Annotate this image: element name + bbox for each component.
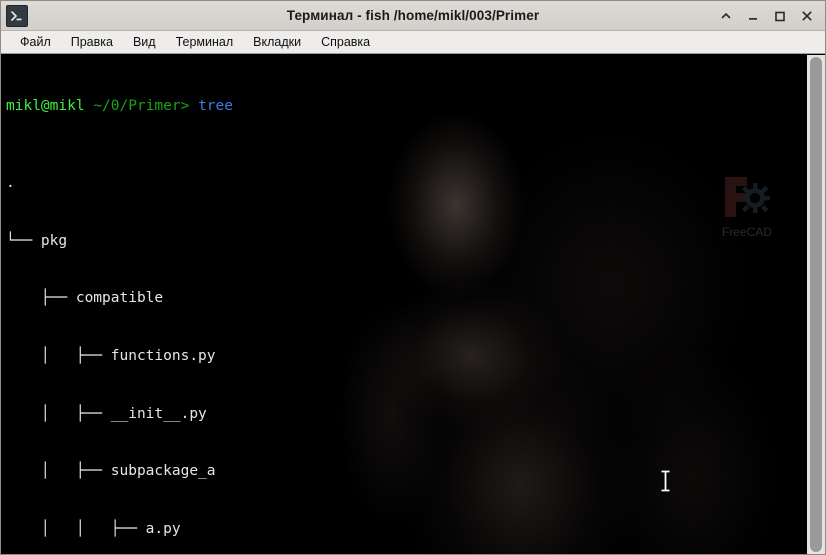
tree-line: │ ├── functions.py: [6, 347, 216, 364]
menu-item-file[interactable]: Файл: [10, 33, 61, 51]
tree-line: │ ├── __init__.py: [6, 405, 207, 422]
prompt-path: ~/0/Primer>: [93, 98, 190, 115]
terminal-area: FreeCAD mikl@mikl ~/0/Primer> tree . └──…: [1, 54, 825, 554]
menu-item-edit[interactable]: Правка: [61, 33, 123, 51]
menu-item-help[interactable]: Справка: [311, 33, 380, 51]
tree-line: ├── compatible: [6, 290, 164, 307]
terminal-screen[interactable]: FreeCAD mikl@mikl ~/0/Primer> tree . └──…: [1, 55, 806, 554]
terminal-output: mikl@mikl ~/0/Primer> tree . └── pkg ├──…: [1, 55, 806, 554]
menu-item-view[interactable]: Вид: [123, 33, 166, 51]
window-titlebar[interactable]: Терминал - fish /home/mikl/003/Primer: [1, 1, 825, 31]
terminal-window: Терминал - fish /home/mikl/003/Primer Фа…: [0, 0, 826, 555]
shade-button[interactable]: [719, 9, 733, 23]
maximize-button[interactable]: [773, 9, 787, 23]
prompt-user: mikl@mikl: [6, 98, 85, 115]
tree-line: │ ├── subpackage_a: [6, 463, 216, 480]
terminal-prompt-line-1: mikl@mikl ~/0/Primer> tree: [6, 97, 806, 116]
minimize-button[interactable]: [746, 9, 760, 23]
tree-line: └── pkg: [6, 232, 68, 249]
terminal-scrollbar[interactable]: [806, 55, 825, 554]
window-controls: [719, 9, 825, 23]
close-button[interactable]: [800, 9, 814, 23]
tree-line: .: [6, 175, 15, 192]
scrollbar-thumb[interactable]: [810, 57, 822, 552]
menu-item-tabs[interactable]: Вкладки: [243, 33, 311, 51]
terminal-prompt-icon: [6, 4, 28, 27]
tree-line: │ │ ├── a.py: [6, 520, 181, 537]
window-title: Терминал - fish /home/mikl/003/Primer: [286, 8, 540, 23]
menubar: Файл Правка Вид Терминал Вкладки Справка: [1, 31, 825, 54]
prompt-command: tree: [198, 98, 233, 115]
menu-item-terminal[interactable]: Терминал: [166, 33, 244, 51]
